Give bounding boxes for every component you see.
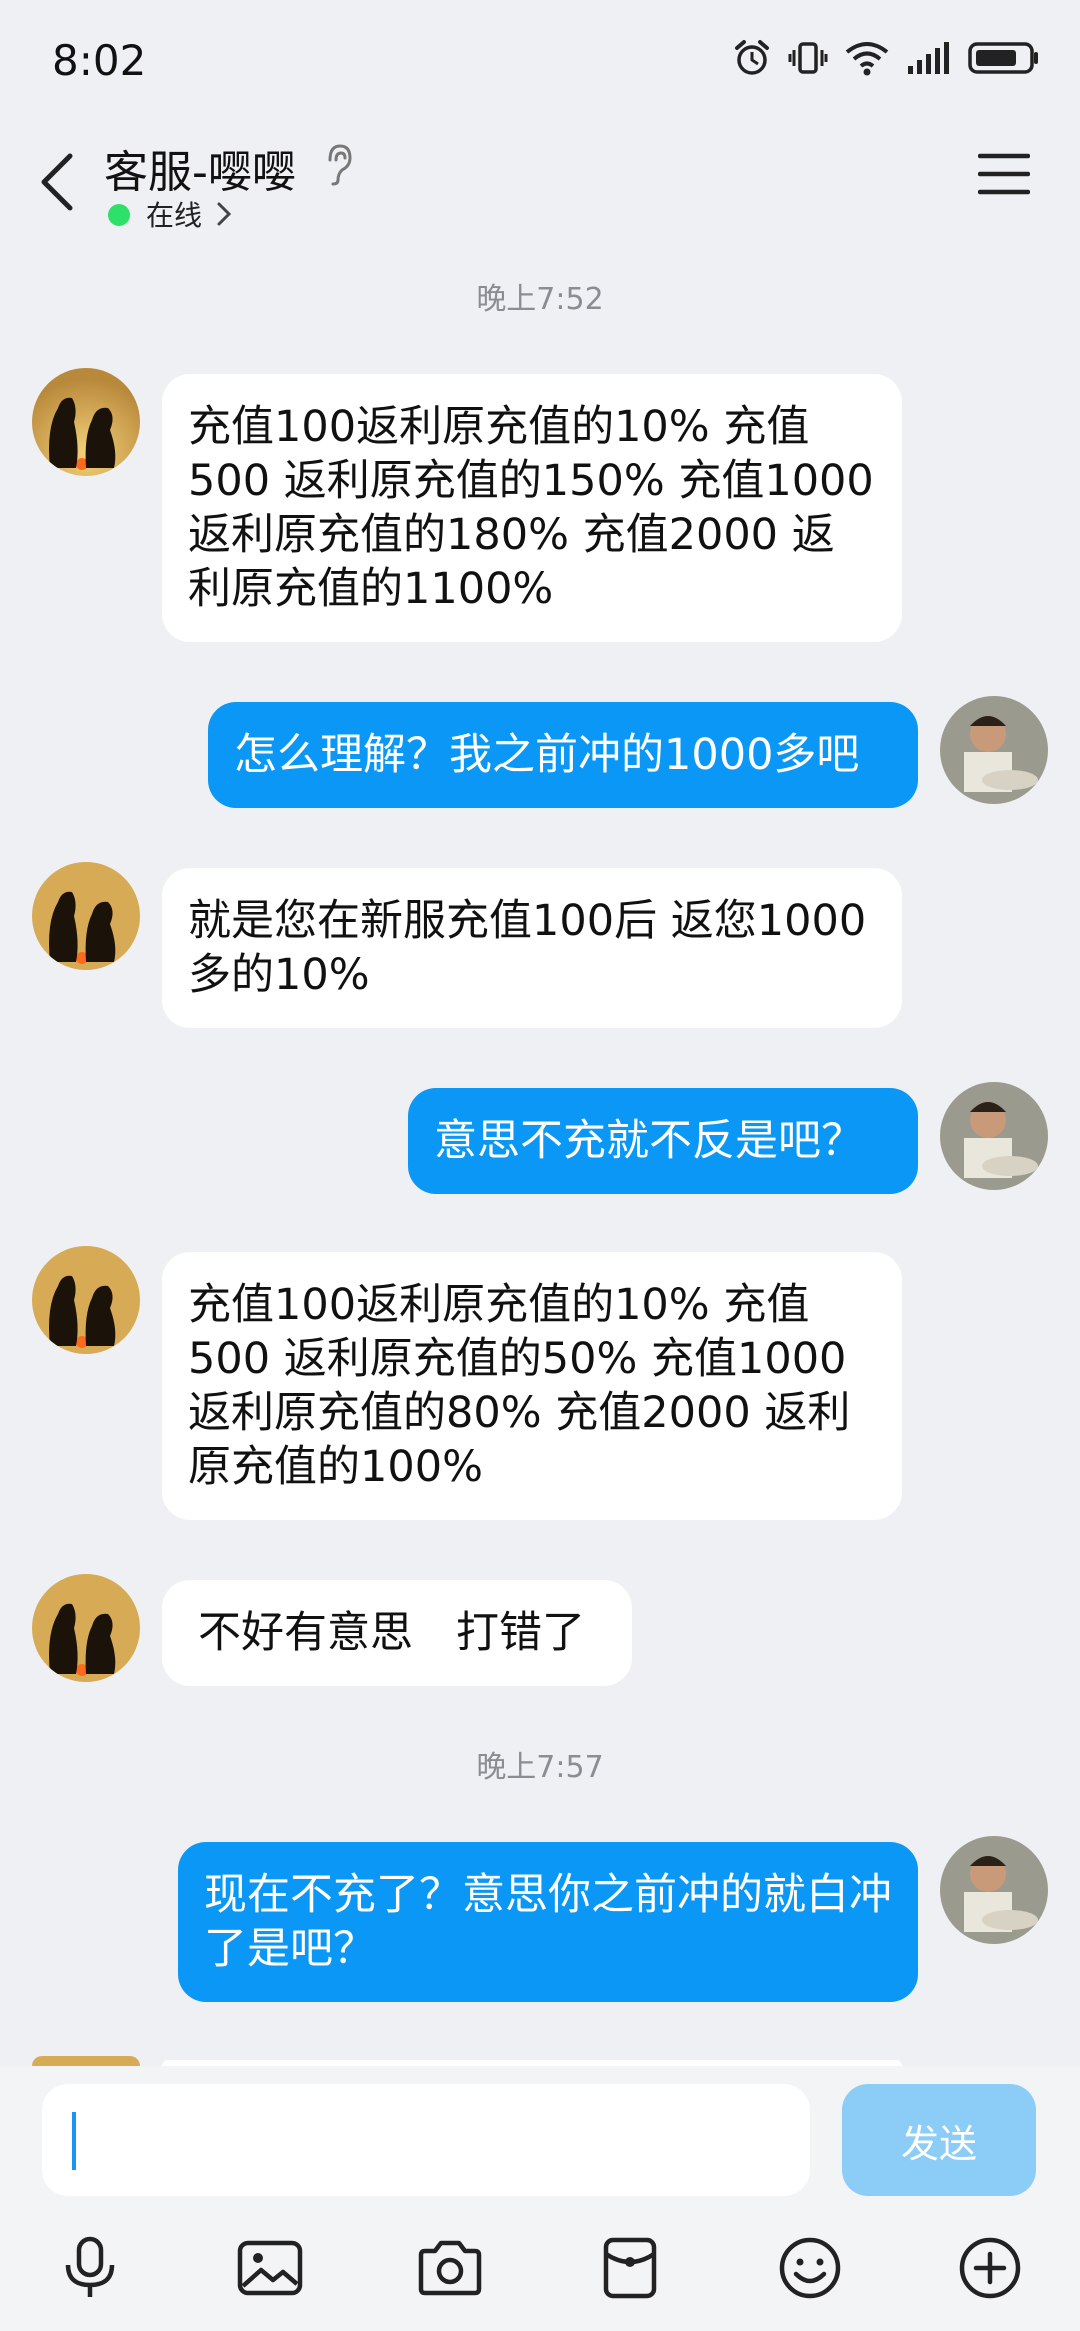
red-packet-button[interactable] [588, 2226, 672, 2310]
plus-icon [959, 2237, 1021, 2299]
voice-button[interactable] [48, 2226, 132, 2310]
penguins-sunset-avatar-icon [32, 1574, 140, 1682]
red-packet-icon [603, 2237, 657, 2299]
agent-avatar[interactable] [32, 368, 140, 476]
agent-avatar[interactable] [32, 862, 140, 970]
status-icons [732, 38, 1040, 78]
photo-button[interactable] [228, 2226, 312, 2310]
message-bubble-outgoing[interactable]: 现在不充了？意思你之前冲的就白冲了是吧？ [178, 1842, 918, 2002]
timestamp: 晚上7:57 [476, 1750, 604, 1785]
penguins-sunset-avatar-icon [32, 1246, 140, 1354]
signal-icon [908, 42, 949, 74]
wifi-icon [845, 42, 889, 76]
child-photo-avatar-icon [940, 696, 1048, 804]
chevron-right-icon[interactable] [214, 200, 234, 228]
status-time: 8:02 [52, 36, 147, 85]
contact-name[interactable]: 客服-嘤嘤 [104, 136, 296, 200]
send-button[interactable]: 发送 [842, 2084, 1036, 2196]
camera-icon [418, 2240, 482, 2296]
emoji-icon [779, 2237, 841, 2299]
user-avatar[interactable] [940, 1836, 1048, 1944]
message-bubble-outgoing[interactable]: 意思不充就不反是吧？ [408, 1088, 918, 1194]
message-input[interactable] [42, 2084, 810, 2196]
image-icon [237, 2240, 303, 2296]
online-status-label[interactable]: 在线 [146, 194, 202, 234]
child-photo-avatar-icon [940, 1082, 1048, 1190]
message-bubble-incoming[interactable]: 充值100返利原充值的10% 充值500 返利原充值的50% 充值1000返利原… [162, 1252, 902, 1520]
agent-avatar[interactable] [32, 1246, 140, 1354]
child-photo-avatar-icon [940, 1836, 1048, 1944]
camera-button[interactable] [408, 2226, 492, 2310]
penguins-sunset-avatar-icon [32, 368, 140, 476]
back-button[interactable] [30, 146, 90, 216]
composer-bar: 发送 [0, 2066, 1080, 2331]
message-bubble-incoming[interactable]: 充值100返利原充值的10% 充值500 返利原充值的150% 充值1000返利… [162, 374, 902, 642]
chat-header: 客服-嘤嘤 在线 [0, 120, 1080, 240]
agent-avatar[interactable] [32, 1574, 140, 1682]
emoji-button[interactable] [768, 2226, 852, 2310]
user-avatar[interactable] [940, 696, 1048, 804]
online-status-dot [108, 204, 130, 226]
vibrate-icon [788, 42, 828, 74]
text-caret [72, 2112, 76, 2170]
alarm-icon [735, 40, 769, 75]
status-bar: 8:02 [0, 0, 1080, 120]
message-bubble-incoming[interactable]: 就是您在新服充值100后 返您1000多的10% [162, 868, 902, 1028]
menu-button[interactable] [977, 152, 1031, 196]
ear-icon[interactable] [322, 142, 354, 186]
penguins-sunset-avatar-icon [32, 862, 140, 970]
microphone-icon [65, 2236, 115, 2297]
agent-avatar-partial [32, 2056, 140, 2066]
timestamp: 晚上7:52 [476, 282, 604, 317]
user-avatar[interactable] [940, 1082, 1048, 1190]
back-arrow-icon [41, 153, 73, 211]
battery-icon [968, 42, 1038, 74]
message-bubble-outgoing[interactable]: 怎么理解？我之前冲的1000多吧 [208, 702, 918, 808]
more-button[interactable] [948, 2226, 1032, 2310]
message-bubble-incoming[interactable]: 不好有意思 打错了 [162, 1580, 632, 1686]
hamburger-menu-icon [977, 153, 1031, 195]
